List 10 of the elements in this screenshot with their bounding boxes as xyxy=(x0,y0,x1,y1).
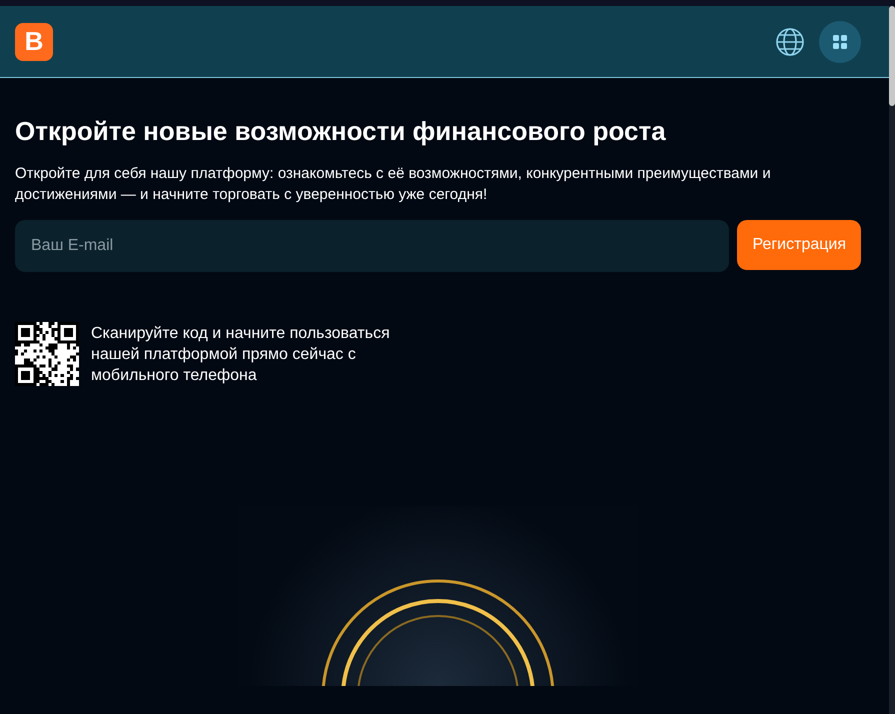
hero-title: Откройте новые возможности финансового роста xyxy=(15,116,667,147)
register-button[interactable]: Регистрация xyxy=(737,220,861,270)
qr-code-icon xyxy=(15,322,79,386)
globe-icon[interactable] xyxy=(775,26,805,56)
email-field[interactable]: Ваш E-mail xyxy=(15,220,730,272)
grid-icon xyxy=(832,34,848,50)
apps-button[interactable] xyxy=(819,20,861,62)
qr-caption: Сканируйте код и начните пользоваться нашей платформой прямо сейчас с мобильного телефона xyxy=(91,324,391,386)
hero-subtitle: Откройте для себя нашу платформу: ознакомьтесь с её возможностями, конкурентными преимуществами и достижениями — и начните торговать с уверенностью уже сегодня! xyxy=(15,164,772,205)
logo[interactable]: B xyxy=(15,22,53,60)
